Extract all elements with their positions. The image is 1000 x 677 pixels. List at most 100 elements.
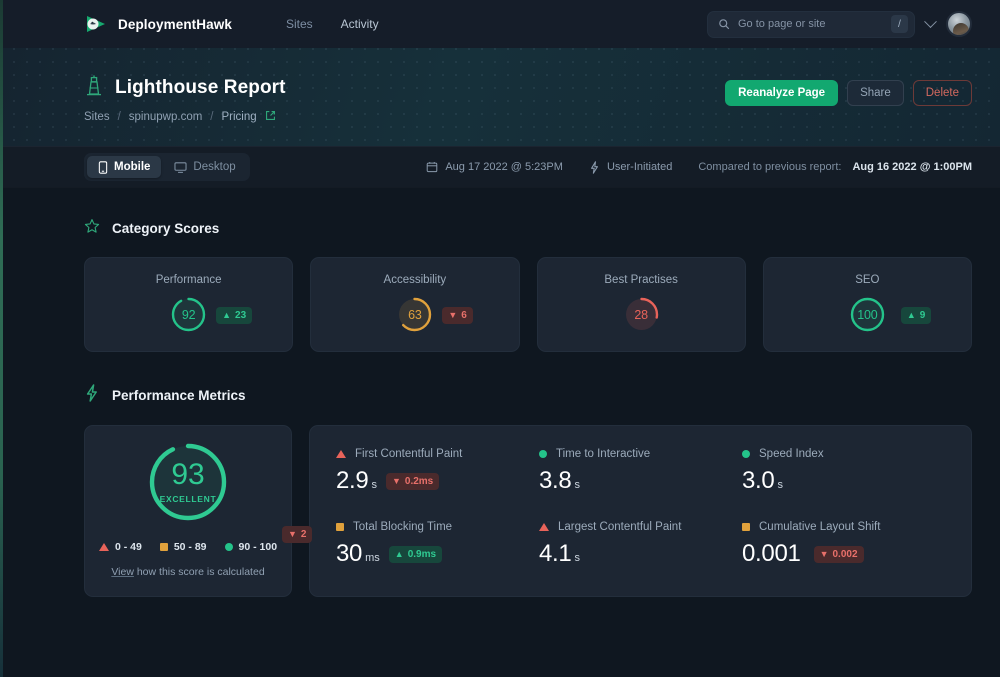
report-meta: Aug 17 2022 @ 5:23PM User-Initiated Comp…: [426, 160, 972, 174]
performance-score-card: 93 EXCELLENT ▼ 2 0 - 49 50 - 89 90 - 100…: [84, 425, 313, 597]
category-card-delta: ▲ 23: [216, 307, 253, 324]
metric-label: Total Blocking Time: [353, 521, 453, 533]
brand[interactable]: DeploymentHawk: [84, 12, 232, 36]
breadcrumb-page: Pricing: [221, 111, 257, 123]
delete-button[interactable]: Delete: [912, 80, 972, 106]
performance-score-ring: 93 EXCELLENT ▼ 2: [146, 440, 313, 543]
header-right: Go to page or site /: [707, 10, 972, 38]
metric-label: Cumulative Layout Shift: [759, 521, 881, 533]
legend-label: 0 - 49: [114, 541, 142, 553]
circle-icon: [539, 450, 547, 458]
reanalyze-page-button[interactable]: Reanalyze Page: [725, 80, 839, 106]
lighthouse-icon: [84, 74, 104, 101]
performance-score-delta: ▼ 2: [282, 526, 313, 543]
legend-item-poor: 0 - 49: [98, 541, 142, 553]
metric-delta: ▲ 0.9ms: [388, 545, 443, 563]
performance-metrics-title: Performance Metrics: [112, 388, 246, 403]
category-card-score: 28: [634, 307, 648, 322]
search-placeholder: Go to page or site: [738, 18, 826, 30]
score-ring: 100: [849, 296, 886, 333]
metric-value: 30: [336, 540, 363, 567]
metric-value: 4.1: [539, 540, 572, 567]
metric-largest-contentful-paint: Largest Contentful Paint 4.1 s: [539, 521, 742, 568]
metric-value: 3.0: [742, 467, 775, 494]
category-card-performance[interactable]: Performance 92 ▲ 23: [84, 257, 294, 352]
performance-score-rating: EXCELLENT: [159, 494, 217, 504]
arrow-down-icon: ▼: [391, 475, 401, 486]
arrow-up-icon: ▲: [222, 310, 232, 320]
metric-delta: ▼ 0.2ms: [385, 472, 440, 490]
avatar[interactable]: [946, 11, 972, 37]
report-trigger: User-Initiated: [589, 160, 673, 174]
score-ring: 28: [623, 296, 660, 333]
square-icon: [742, 523, 750, 531]
report-date-text: Aug 17 2022 @ 5:23PM: [445, 161, 563, 173]
share-button[interactable]: Share: [847, 80, 904, 106]
arrow-down-icon: ▼: [288, 529, 297, 539]
category-scores-header: Category Scores: [84, 218, 972, 239]
category-card-score: 63: [408, 307, 422, 322]
category-card-label: SEO: [855, 274, 880, 286]
report-trigger-text: User-Initiated: [606, 161, 673, 173]
device-toggle-mobile[interactable]: Mobile: [87, 156, 162, 178]
arrow-up-icon: ▲: [906, 310, 916, 320]
triangle-icon: [98, 543, 109, 551]
metric-unit: s: [574, 552, 580, 564]
desktop-icon: [174, 161, 187, 173]
breadcrumb-site[interactable]: spinupwp.com: [129, 111, 203, 123]
hawk-logo-icon: [84, 12, 108, 36]
square-icon: [336, 523, 344, 531]
category-card-best-practises[interactable]: Best Practises 28: [536, 257, 746, 352]
metric-unit: s: [371, 479, 377, 491]
legend-item-average: 50 - 89: [159, 541, 207, 553]
performance-score-delta-value: 2: [300, 529, 307, 540]
category-card-label: Accessibility: [383, 274, 447, 286]
triangle-icon: [336, 450, 346, 458]
arrow-down-icon: ▼: [819, 548, 829, 559]
breadcrumb: Sites / spinupwp.com / Pricing: [84, 110, 286, 124]
score-calculation-link[interactable]: View how this score is calculated: [111, 566, 264, 578]
category-card-score: 100: [857, 307, 878, 322]
category-card-label: Best Practises: [604, 274, 678, 286]
score-ring: 63: [396, 296, 433, 333]
chevron-down-icon[interactable]: [924, 14, 937, 28]
category-card-seo[interactable]: SEO 100 ▲ 9: [762, 257, 972, 352]
metric-speed-index: Speed Index 3.0 s: [742, 448, 945, 495]
search-input[interactable]: Go to page or site /: [707, 10, 915, 38]
metric-delta-value: 0.9ms: [407, 548, 437, 560]
device-toggle-desktop[interactable]: Desktop: [163, 156, 246, 178]
metric-label: Largest Contentful Paint: [558, 521, 682, 533]
device-toggle-mobile-label: Mobile: [114, 161, 151, 173]
performance-metrics-header: Performance Metrics: [84, 384, 972, 407]
metric-delta: ▼ 0.002: [813, 545, 864, 563]
score-calculation-link-rest: how this score is calculated: [136, 566, 265, 578]
performance-metrics-body: 93 EXCELLENT ▼ 2 0 - 49 50 - 89 90 - 100…: [84, 425, 972, 597]
device-toggle: Mobile Desktop: [84, 153, 250, 181]
metric-value: 2.9: [336, 467, 369, 494]
nav-item-activity[interactable]: Activity: [341, 17, 379, 31]
page-title: Lighthouse Report: [115, 76, 286, 98]
mobile-icon: [98, 160, 108, 174]
circle-icon: [742, 450, 750, 458]
metric-value: 3.8: [539, 467, 572, 494]
performance-score-value: 93: [171, 458, 205, 491]
metric-delta-value: 0.002: [832, 548, 858, 560]
arrow-up-icon: ▲: [394, 548, 404, 559]
metric-cumulative-layout-shift: Cumulative Layout Shift 0.001 ▼ 0.002: [742, 521, 945, 568]
breadcrumb-sites[interactable]: Sites: [84, 111, 110, 123]
category-card-delta: ▲ 9: [900, 307, 932, 324]
external-link-icon[interactable]: [265, 110, 276, 124]
category-score-cards: Performance 92 ▲ 23 Accessibility 63 ▼ 6…: [84, 257, 972, 352]
category-card-accessibility[interactable]: Accessibility 63 ▼ 6: [310, 257, 520, 352]
metric-unit: s: [777, 479, 783, 491]
circle-icon: [224, 543, 233, 551]
metric-first-contentful-paint: First Contentful Paint 2.9 s ▼ 0.2ms: [336, 448, 539, 495]
category-card-delta: ▼ 6: [442, 307, 473, 324]
top-navigation-bar: DeploymentHawk Sites Activity Go to page…: [0, 0, 1000, 48]
page-header: Lighthouse Report Sites / spinupwp.com /…: [0, 48, 1000, 146]
legend-item-good: 90 - 100: [224, 541, 277, 553]
arrow-down-icon: ▼: [448, 310, 458, 320]
score-legend: 0 - 49 50 - 89 90 - 100: [98, 541, 277, 553]
nav-item-sites[interactable]: Sites: [286, 17, 313, 31]
score-ring: 92: [170, 296, 207, 333]
